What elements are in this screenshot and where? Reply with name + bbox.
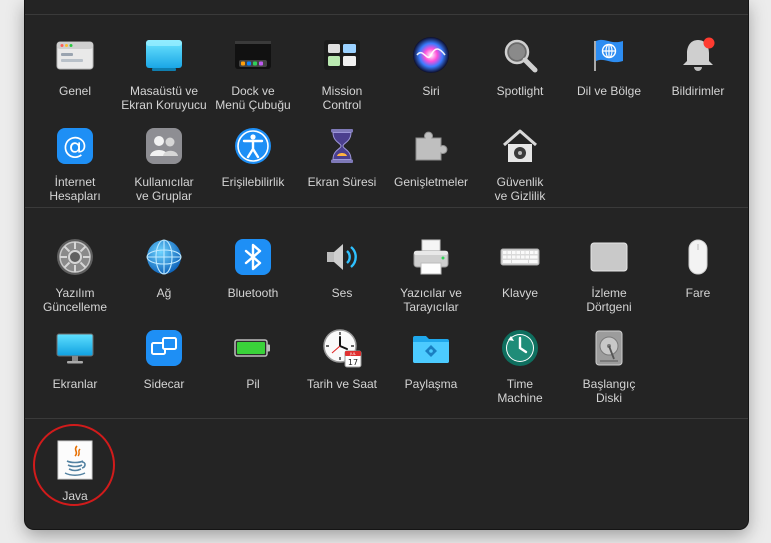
pref-pane-label: Erişilebilirlik — [221, 175, 285, 189]
pref-pane-label: Ekranlar — [52, 377, 98, 391]
pref-pane-guvenlik[interactable]: Güvenlik ve Gizlilik — [475, 126, 565, 212]
pref-pane-bluetooth[interactable]: Bluetooth — [208, 237, 298, 323]
network-icon — [144, 237, 184, 277]
trackpad-icon — [589, 237, 629, 277]
pref-pane-label: Genişletmeler — [393, 175, 469, 189]
system-preferences-window: Genel Masaüstü ve Ekran Koruyucu Dock ve M… — [25, 0, 748, 529]
pref-pane-label: Java — [62, 489, 88, 503]
startup-disk-icon — [589, 328, 629, 368]
pref-pane-label: Dock ve Menü Çubuğu — [215, 84, 291, 112]
accessibility-icon — [233, 126, 273, 166]
pref-pane-sidecar[interactable]: Sidecar — [119, 328, 209, 414]
printers-scanners-icon — [411, 237, 451, 277]
pref-pane-label: Kullanıcılar ve Gruplar — [134, 175, 194, 203]
pref-pane-fare[interactable]: Fare — [653, 237, 743, 323]
keyboard-icon — [500, 237, 540, 277]
pref-pane-label: Güvenlik ve Gizlilik — [494, 175, 546, 203]
calendar-month-text: JUL — [349, 351, 357, 356]
sidecar-icon — [144, 328, 184, 368]
pref-pane-label: Ekran Süresi — [307, 175, 377, 189]
pref-pane-timemachine[interactable]: Time Machine — [475, 328, 565, 414]
pref-pane-siri[interactable]: Siri — [386, 35, 476, 121]
spotlight-icon — [500, 35, 540, 75]
displays-icon — [55, 328, 95, 368]
security-privacy-icon — [500, 126, 540, 166]
pref-pane-label: Sidecar — [143, 377, 185, 391]
pref-pane-internet[interactable]: @ İnternet Hesapları — [30, 126, 120, 212]
pref-pane-label: İnternet Hesapları — [49, 175, 101, 203]
extensions-icon — [411, 126, 451, 166]
desktop-screensaver-icon — [144, 35, 184, 75]
pref-pane-label: Genel — [58, 84, 92, 98]
pref-pane-label: Ağ — [156, 286, 172, 300]
pref-pane-label: Ses — [331, 286, 353, 300]
pref-pane-ekransuresi[interactable]: Ekran Süresi — [297, 126, 387, 212]
date-time-icon: JUL 17 — [322, 328, 362, 368]
pref-pane-label: İzleme Dörtgeni — [586, 286, 632, 314]
language-region-icon — [589, 35, 629, 75]
pref-pane-label: Bildirimler — [671, 84, 725, 98]
sharing-icon — [411, 328, 451, 368]
toolbar-divider — [25, 14, 748, 15]
siri-icon — [411, 35, 451, 75]
pref-pane-label: Başlangıç Diski — [582, 377, 636, 405]
dock-menubar-icon — [233, 35, 273, 75]
general-icon — [55, 35, 95, 75]
notifications-icon — [678, 35, 718, 75]
pref-pane-label: Yazıcılar ve Tarayıcılar — [400, 286, 462, 314]
pref-pane-label: Siri — [422, 84, 440, 98]
pref-pane-yazicilar[interactable]: Yazıcılar ve Tarayıcılar — [386, 237, 476, 323]
pref-pane-kullanicilar[interactable]: Kullanıcılar ve Gruplar — [119, 126, 209, 212]
pref-pane-ekranlar[interactable]: Ekranlar — [30, 328, 120, 414]
pref-pane-masaustu[interactable]: Masaüstü ve Ekran Koruyucu — [119, 35, 209, 121]
pref-pane-klavye[interactable]: Klavye — [475, 237, 565, 323]
pref-pane-genel[interactable]: Genel — [30, 35, 120, 121]
battery-icon — [233, 328, 273, 368]
pref-pane-baslangic[interactable]: Başlangıç Diski — [564, 328, 654, 414]
pref-pane-label: Yazılım Güncelleme — [42, 286, 108, 314]
pref-pane-izleme[interactable]: İzleme Dörtgeni — [564, 237, 654, 323]
pref-pane-label: Time Machine — [497, 377, 543, 405]
pref-pane-yazilim[interactable]: Yazılım Güncelleme — [30, 237, 120, 323]
pref-pane-java[interactable]: Java — [30, 440, 120, 526]
pref-pane-label: Klavye — [501, 286, 539, 300]
pref-pane-dock[interactable]: Dock ve Menü Çubuğu — [208, 35, 298, 121]
pref-pane-label: Mission Control — [321, 84, 363, 112]
java-icon — [55, 440, 95, 480]
software-update-icon — [55, 237, 95, 277]
screen-time-icon — [322, 126, 362, 166]
pref-pane-genisletmeler[interactable]: Genişletmeler — [386, 126, 476, 212]
pref-pane-spotlight[interactable]: Spotlight — [475, 35, 565, 121]
pref-pane-pil[interactable]: Pil — [208, 328, 298, 414]
pref-pane-label: Fare — [685, 286, 711, 300]
pref-pane-label: Pil — [246, 377, 260, 391]
internet-accounts-icon: @ — [55, 126, 95, 166]
bluetooth-icon — [233, 237, 273, 277]
pref-pane-bildirimler[interactable]: Bildirimler — [653, 35, 743, 121]
pref-pane-paylasma[interactable]: Paylaşma — [386, 328, 476, 414]
pref-pane-label: Dil ve Bölge — [576, 84, 642, 98]
section-divider — [25, 418, 748, 419]
pref-pane-label: Spotlight — [496, 84, 544, 98]
calendar-day-text: 17 — [348, 358, 358, 367]
sound-icon — [322, 237, 362, 277]
pref-pane-mission[interactable]: Mission Control — [297, 35, 387, 121]
pref-pane-ses[interactable]: Ses — [297, 237, 387, 323]
pref-pane-erisilebilirlik[interactable]: Erişilebilirlik — [208, 126, 298, 212]
mouse-icon — [678, 237, 718, 277]
pref-pane-label: Masaüstü ve Ekran Koruyucu — [121, 84, 207, 112]
pref-pane-label: Bluetooth — [227, 286, 279, 300]
pref-pane-dil[interactable]: Dil ve Bölge — [564, 35, 654, 121]
pref-pane-tarih[interactable]: JUL 17 Tarih ve Saat — [297, 328, 387, 414]
pref-pane-ag[interactable]: Ağ — [119, 237, 209, 323]
users-groups-icon — [144, 126, 184, 166]
mission-control-icon — [322, 35, 362, 75]
pref-pane-label: Paylaşma — [404, 377, 458, 391]
svg-text:@: @ — [63, 132, 87, 160]
time-machine-icon — [500, 328, 540, 368]
pref-pane-label: Tarih ve Saat — [306, 377, 378, 391]
